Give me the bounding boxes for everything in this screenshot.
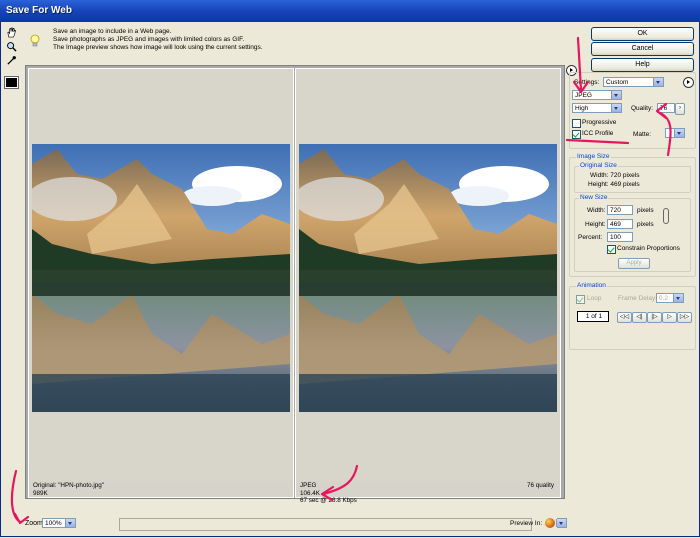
frame-delay-label: Frame Delay: — [618, 295, 658, 302]
hand-tool-icon[interactable] — [4, 26, 18, 38]
chevron-down-icon[interactable] — [611, 104, 621, 112]
chevron-down-icon[interactable] — [653, 78, 663, 86]
apply-button[interactable]: Apply — [618, 258, 650, 269]
original-pane[interactable]: Original: "HPN-photo.jpg" 989K — [28, 68, 294, 498]
original-filename: Original: "HPN-photo.jpg" — [33, 482, 104, 489]
settings-preset-select[interactable]: Custom — [603, 77, 664, 87]
settings-group: Settings: Custom JPEG High Quality: 76 ›… — [569, 72, 696, 149]
new-size-title: New Size — [579, 194, 609, 201]
cancel-button[interactable]: Cancel — [591, 42, 694, 56]
status-bar — [119, 518, 532, 531]
chevron-down-icon[interactable] — [673, 294, 683, 302]
new-width-label: Width: — [587, 207, 606, 214]
constrain-proportions-checkbox[interactable] — [607, 245, 616, 254]
icc-profile-checkbox[interactable] — [572, 130, 581, 139]
new-width-input[interactable]: 720 — [607, 205, 633, 215]
lightbulb-icon — [30, 34, 40, 47]
settings-menu-icon[interactable] — [683, 77, 694, 88]
progressive-checkbox[interactable] — [572, 119, 581, 128]
animation-group: Animation Loop Frame Delay: 0.2 1 of 1 ◁… — [569, 282, 696, 350]
original-filesize: 989K — [33, 489, 48, 497]
new-height-input[interactable]: 469 — [607, 219, 633, 229]
settings-preset-value: Custom — [606, 79, 629, 86]
optimized-download-time: 67 sec @ 28.8 Kbps — [300, 497, 357, 504]
original-size-group: Original Size Width: 720 pixels Height: … — [574, 162, 691, 193]
original-width: Width: 720 pixels — [590, 172, 640, 179]
chevron-down-icon[interactable] — [556, 519, 566, 527]
settings-panel: OK Cancel Help Settings: Custom JPEG Hig… — [566, 24, 697, 524]
animation-title: Animation — [576, 282, 607, 289]
quality-slider-arrow-icon[interactable]: › — [675, 103, 685, 115]
matte-select[interactable] — [665, 128, 685, 138]
optimized-pane[interactable]: JPEG 106.4K 67 sec @ 28.8 Kbps 76 qualit… — [295, 68, 561, 504]
first-frame-icon[interactable]: ◁◁ — [617, 312, 632, 323]
browser-globe-icon[interactable] — [545, 518, 555, 528]
toolbox — [3, 26, 21, 89]
new-height-units: pixels — [637, 221, 654, 228]
quality-label: Quality: — [631, 105, 654, 112]
zoom-bar: Zoom: 100% Preview In: — [25, 517, 571, 531]
quality-input[interactable]: 76 — [657, 103, 675, 113]
preview-in-label: Preview In: — [510, 520, 543, 527]
percent-input[interactable]: 100 — [607, 232, 633, 242]
eyedropper-color-swatch[interactable] — [4, 76, 19, 89]
zoom-value: 100% — [45, 520, 62, 527]
quality-preset-value: High — [575, 105, 589, 112]
constrain-proportions-label: Constrain Proportions — [617, 245, 680, 252]
window-title: Save For Web — [6, 5, 72, 16]
zoom-select[interactable]: 100% — [42, 518, 76, 528]
chevron-down-icon[interactable] — [674, 129, 684, 137]
hint-area: Save an image to include in a Web page. … — [28, 28, 558, 56]
new-size-group: New Size Width: 720 pixels Height: 469 p… — [574, 194, 691, 272]
title-bar: Save For Web — [0, 0, 700, 23]
frame-counter: 1 of 1 — [577, 311, 609, 322]
next-frame-icon[interactable]: ▷ — [662, 312, 677, 323]
optimized-filesize: 106.4K — [300, 489, 320, 497]
chain-link-icon — [663, 208, 669, 224]
original-height: Height: 469 pixels — [588, 181, 640, 188]
play-icon[interactable]: |▷ — [647, 312, 662, 323]
icc-profile-label: ICC Profile — [582, 130, 614, 137]
matte-label: Matte: — [633, 131, 652, 138]
last-frame-icon[interactable]: ▷▷ — [677, 312, 692, 323]
previous-frame-icon[interactable]: ◁| — [632, 312, 647, 323]
format-value: JPEG — [575, 92, 592, 99]
frame-delay-value: 0.2 — [659, 295, 669, 302]
optimized-format: JPEG — [300, 482, 317, 489]
original-size-title: Original Size — [579, 162, 618, 169]
help-button[interactable]: Help — [591, 58, 694, 72]
frame-delay-select[interactable]: 0.2 — [656, 293, 684, 303]
hint-line-2: Save photographs as JPEG and images with… — [53, 36, 245, 44]
preview-panes: Original: "HPN-photo.jpg" 989K JPEG 106.… — [25, 65, 565, 504]
image-size-title: Image Size — [576, 153, 611, 160]
hint-line-1: Save an image to include in a Web page. — [53, 28, 172, 35]
progressive-label: Progressive — [582, 119, 617, 126]
loop-label: Loop — [587, 295, 602, 302]
optimized-image[interactable] — [299, 144, 557, 412]
quality-preset-select[interactable]: High — [572, 103, 622, 113]
settings-preset-label: Settings: — [574, 79, 600, 86]
eyedropper-tool-icon[interactable] — [4, 54, 18, 66]
format-select[interactable]: JPEG — [572, 90, 622, 100]
loop-checkbox[interactable] — [576, 295, 585, 304]
ok-button[interactable]: OK — [591, 27, 694, 41]
optimized-quality-label: 76 quality — [527, 482, 554, 489]
chevron-down-icon[interactable] — [65, 519, 75, 527]
chevron-down-icon[interactable] — [611, 91, 621, 99]
zoom-tool-icon[interactable] — [4, 40, 18, 52]
mountain-lake-image — [32, 144, 290, 412]
new-height-label: Height: — [585, 221, 606, 228]
hint-line-3: The Image preview shows how image will l… — [53, 44, 263, 52]
preview-browser-select[interactable] — [556, 518, 567, 528]
new-width-units: pixels — [637, 207, 654, 214]
original-image[interactable] — [32, 144, 290, 412]
image-size-group: Image Size Original Size Width: 720 pixe… — [569, 153, 696, 277]
percent-label: Percent: — [578, 234, 603, 241]
mountain-lake-image-optimized — [299, 144, 557, 412]
